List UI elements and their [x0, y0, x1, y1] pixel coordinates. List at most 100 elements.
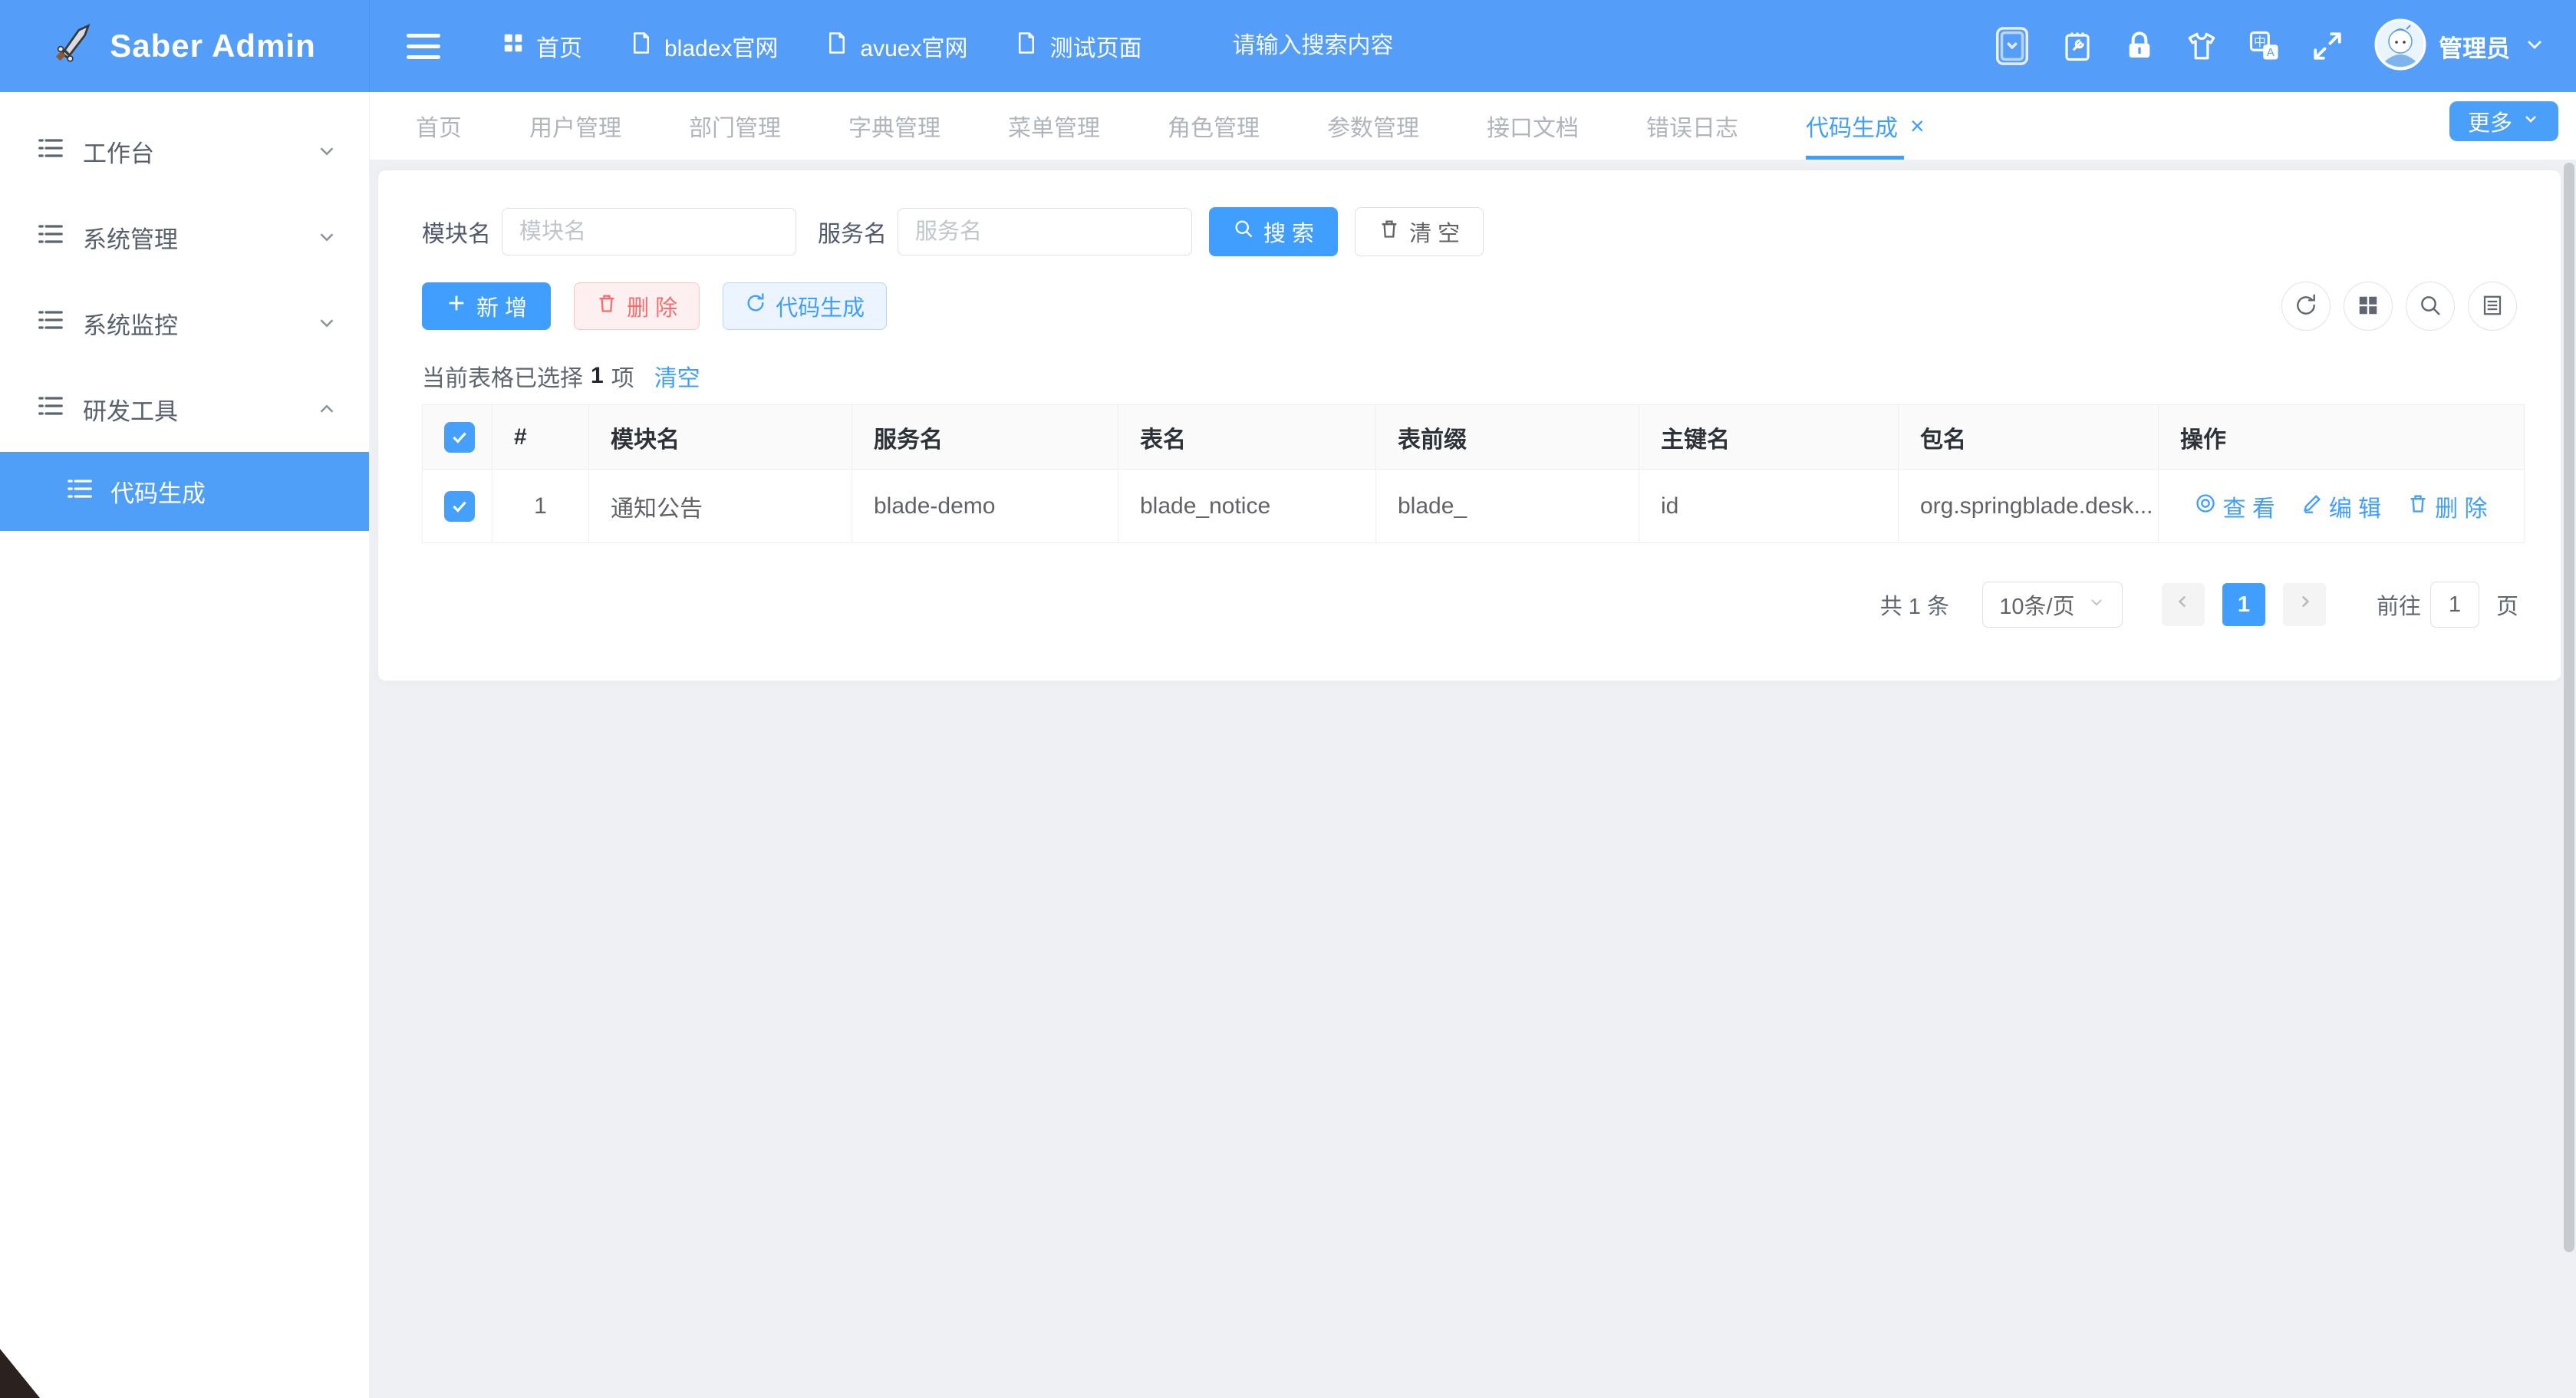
theme-shirt-icon[interactable] — [2186, 30, 2218, 62]
document-icon — [630, 31, 653, 61]
tab-label: 参数管理 — [1327, 109, 1419, 143]
clear-filters-label: 清 空 — [1409, 216, 1460, 248]
tab-api-docs[interactable]: 接口文档 — [1487, 92, 1579, 160]
sidebar-item-system-monitor[interactable]: 系统监控 — [0, 280, 369, 366]
add-button[interactable]: 新 增 — [422, 282, 551, 330]
global-search-input[interactable] — [1230, 32, 1560, 60]
top-nav: 首页 bladex官网 avuex官网 — [502, 29, 1141, 63]
topbar-main: 首页 bladex官网 avuex官网 — [370, 0, 2576, 92]
user-menu[interactable]: 管理员 — [2374, 18, 2547, 74]
delete-button[interactable]: 删 除 — [574, 282, 700, 330]
clear-selection-link[interactable]: 清空 — [654, 359, 700, 393]
view-link[interactable]: 查 看 — [2195, 490, 2275, 523]
search-button[interactable]: 搜 索 — [1209, 207, 1338, 256]
close-icon[interactable]: × — [1910, 114, 1925, 138]
row-actions: 查 看 编 辑 删 除 — [2180, 490, 2502, 523]
top-nav-test-page[interactable]: 测试页面 — [1015, 29, 1141, 63]
vertical-scrollbar-thumb[interactable] — [2564, 163, 2574, 1252]
top-nav-avuex[interactable]: avuex官网 — [825, 29, 967, 63]
document-icon — [1015, 31, 1038, 61]
tab-dictionary-management[interactable]: 字典管理 — [848, 92, 940, 160]
trash-icon — [596, 292, 618, 320]
row-checkbox[interactable] — [444, 491, 475, 522]
search-icon — [1233, 218, 1254, 246]
translate-icon[interactable]: 中A — [2248, 30, 2281, 62]
tab-label: 菜单管理 — [1008, 109, 1100, 143]
sidebar-item-dev-tools[interactable]: 研发工具 — [0, 366, 369, 452]
more-tabs-button[interactable]: 更多 — [2449, 101, 2558, 141]
cell-package: org.springblade.desk... — [1899, 470, 2159, 543]
table-row[interactable]: 1 通知公告 blade-demo blade_notice blade_ id… — [423, 470, 2525, 543]
clear-filters-button[interactable]: 清 空 — [1355, 207, 1484, 256]
clipboard-tools-icon[interactable] — [2061, 30, 2093, 62]
user-name: 管理员 — [2439, 29, 2510, 64]
sidebar-item-workbench[interactable]: 工作台 — [0, 108, 369, 194]
column-header-pk: 主键名 — [1639, 405, 1899, 470]
refresh-table-button[interactable] — [2281, 282, 2331, 331]
sidebar-menu: 工作台 系统管理 系统监控 研发工具 代码生成 — [0, 92, 369, 531]
list-icon — [35, 219, 66, 256]
column-header-table: 表名 — [1118, 405, 1376, 470]
top-nav-bladex[interactable]: bladex官网 — [630, 29, 778, 63]
fullscreen-icon[interactable] — [2311, 30, 2344, 62]
tab-parameter-management[interactable]: 参数管理 — [1327, 92, 1419, 160]
add-button-label: 新 增 — [476, 290, 527, 322]
chevron-down-icon — [315, 312, 338, 335]
tab-label: 部门管理 — [689, 109, 781, 143]
chevron-box-icon[interactable] — [1994, 25, 2031, 67]
tab-error-log[interactable]: 错误日志 — [1646, 92, 1738, 160]
delete-link-label: 删 除 — [2435, 490, 2487, 523]
delete-link[interactable]: 删 除 — [2407, 490, 2487, 523]
cell-prefix: blade_ — [1376, 470, 1639, 543]
selection-prefix: 当前表格已选择 — [422, 359, 583, 393]
column-settings-button[interactable] — [2468, 282, 2517, 331]
tab-code-generation[interactable]: 代码生成 × — [1806, 92, 1925, 160]
table-toolbar: 新 增 删 除 代码生成 — [422, 282, 887, 330]
lock-icon[interactable] — [2124, 31, 2155, 61]
column-header-prefix: 表前缀 — [1376, 405, 1639, 470]
sidebar-item-system-management[interactable]: 系统管理 — [0, 194, 369, 280]
service-name-input[interactable] — [898, 208, 1192, 256]
tab-user-management[interactable]: 用户管理 — [529, 92, 621, 160]
chevron-down-icon — [2522, 109, 2540, 134]
view-link-label: 查 看 — [2222, 490, 2275, 523]
sidebar-item-label: 代码生成 — [110, 474, 206, 509]
app-logo: Saber Admin — [0, 0, 370, 92]
module-name-label: 模块名 — [422, 215, 491, 249]
tab-label: 字典管理 — [848, 109, 940, 143]
sidebar-item-code-generation[interactable]: 代码生成 — [0, 452, 369, 531]
selection-info: 当前表格已选择 1 项 清空 — [422, 359, 700, 393]
menu-collapse-button[interactable] — [407, 34, 440, 59]
tab-role-management[interactable]: 角色管理 — [1168, 92, 1260, 160]
tab-home[interactable]: 首页 — [416, 92, 462, 160]
select-all-checkbox[interactable] — [444, 422, 475, 453]
toggle-search-button[interactable] — [2406, 282, 2455, 331]
chevron-left-icon — [2173, 592, 2193, 618]
top-header: Saber Admin 首页 bladex官网 — [0, 0, 2576, 92]
module-name-input[interactable] — [502, 208, 796, 256]
chevron-down-icon — [2522, 32, 2547, 61]
top-nav-label: 测试页面 — [1049, 29, 1141, 63]
table-header-row: # 模块名 服务名 表名 表前缀 主键名 包名 操作 — [423, 405, 2525, 470]
tab-department-management[interactable]: 部门管理 — [689, 92, 781, 160]
cell-table: blade_notice — [1118, 470, 1376, 543]
grid-size-button[interactable] — [2344, 282, 2393, 331]
top-nav-home[interactable]: 首页 — [502, 29, 582, 63]
plus-icon — [446, 292, 467, 320]
column-list-icon — [2481, 294, 2504, 319]
tab-label: 用户管理 — [529, 109, 621, 143]
next-page-button[interactable] — [2283, 583, 2326, 626]
edit-link[interactable]: 编 辑 — [2301, 490, 2381, 523]
goto-page-input[interactable] — [2430, 582, 2479, 628]
app-root: Saber Admin 首页 bladex官网 — [0, 0, 2576, 1398]
tab-menu-management[interactable]: 菜单管理 — [1008, 92, 1100, 160]
tab-label: 首页 — [416, 109, 462, 143]
code-generate-button[interactable]: 代码生成 — [723, 282, 887, 330]
chevron-down-icon — [315, 226, 338, 249]
prev-page-button[interactable] — [2162, 583, 2205, 626]
tab-label: 代码生成 — [1806, 109, 1898, 143]
page-size-select[interactable]: 10条/页 — [1982, 582, 2123, 628]
grid-icon — [502, 31, 525, 61]
column-header-module: 模块名 — [589, 405, 852, 470]
page-number-1[interactable]: 1 — [2222, 583, 2265, 626]
